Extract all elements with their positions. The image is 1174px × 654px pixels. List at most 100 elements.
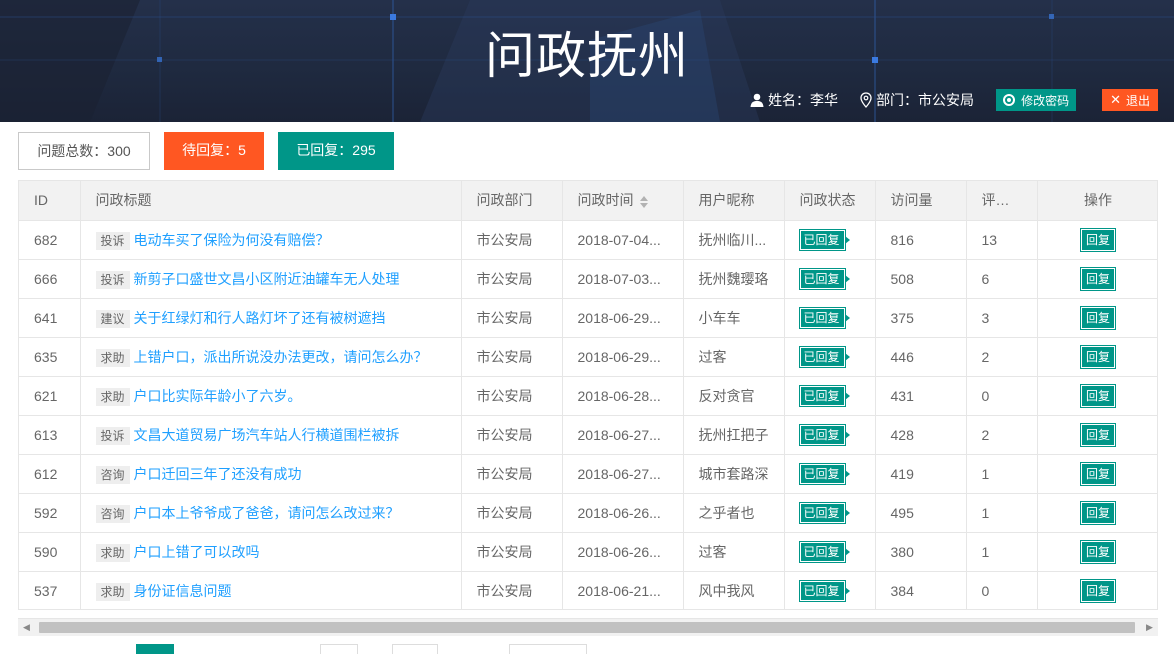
cell-comments: 1: [966, 493, 1038, 533]
question-title-link[interactable]: 身份证信息问题: [134, 583, 232, 599]
column-header-id: ID: [19, 181, 81, 221]
pending-count-button[interactable]: 待回复：5: [164, 132, 264, 170]
reply-button[interactable]: 回复: [1079, 461, 1117, 486]
logout-label: 退出: [1125, 93, 1150, 108]
total-count-button[interactable]: 问题总数：300: [18, 132, 150, 170]
cell-status: 已回复: [784, 571, 876, 609]
reply-button[interactable]: 回复: [1079, 578, 1117, 603]
question-title-link[interactable]: 文昌大道贸易广场汽车站人行横道围栏被拆: [134, 427, 400, 443]
status-badge: 已回复: [798, 384, 850, 407]
reply-button[interactable]: 回复: [1079, 539, 1117, 564]
cell-comments: 2: [966, 415, 1038, 455]
question-title-link[interactable]: 户口上错了可以改吗: [134, 544, 260, 560]
cell-status: 已回复: [784, 532, 876, 572]
cell-title: 建议 关于红绿灯和行人路灯坏了还有被树遮挡: [80, 298, 462, 338]
cell-user: 之乎者也: [683, 493, 785, 533]
table-row: 641 建议 关于红绿灯和行人路灯坏了还有被树遮挡 市公安局 2018-06-29...…: [19, 298, 1157, 338]
cell-title: 求助 户口比实际年龄小了六岁。: [80, 376, 462, 416]
column-header-user: 用户昵称: [683, 181, 785, 221]
cell-user: 过客: [683, 532, 785, 572]
reply-button[interactable]: 回复: [1079, 422, 1117, 447]
column-header-status: 问政状态: [784, 181, 876, 221]
question-title-link[interactable]: 新剪子口盛世文昌小区附近油罐车无人处理: [134, 271, 400, 287]
reply-button[interactable]: 回复: [1079, 344, 1117, 369]
cell-comments: 1: [966, 454, 1038, 494]
cell-views: 816: [875, 220, 967, 260]
pager-jump-input[interactable]: [509, 644, 587, 654]
change-password-button[interactable]: 修改密码: [996, 89, 1077, 111]
cell-id: 621: [19, 376, 81, 416]
reply-button[interactable]: 回复: [1079, 227, 1117, 252]
reply-button[interactable]: 回复: [1079, 383, 1117, 408]
cell-time: 2018-06-21...: [562, 571, 684, 609]
status-badge: 已回复: [798, 345, 850, 368]
cell-title: 投诉 电动车买了保险为何没有赔偿？: [80, 220, 462, 260]
question-title-link[interactable]: 关于红绿灯和行人路灯坏了还有被树遮挡: [134, 310, 386, 326]
question-title-link[interactable]: 上错户口，派出所说没办法更改，请问怎么办？: [134, 349, 428, 365]
cell-comments: 13: [966, 220, 1038, 260]
reply-button[interactable]: 回复: [1079, 500, 1117, 525]
question-title-link[interactable]: 户口比实际年龄小了六岁。: [134, 388, 302, 404]
pager-page[interactable]: [392, 644, 438, 654]
question-title-link[interactable]: 电动车买了保险为何没有赔偿？: [134, 232, 330, 248]
pager-page[interactable]: [320, 644, 358, 654]
cell-status: 已回复: [784, 493, 876, 533]
cell-dept: 市公安局: [461, 376, 563, 416]
table-row: 590 求助 户口上错了可以改吗 市公安局 2018-06-26... 过客 已回复 380 1…: [19, 532, 1157, 572]
pager-current-page[interactable]: [136, 644, 174, 654]
category-tag: 求助: [95, 348, 130, 367]
status-badge: 已回复: [798, 228, 850, 251]
cell-time: 2018-06-29...: [562, 337, 684, 377]
question-title-link[interactable]: 户口迁回三年了还没有成功: [134, 466, 302, 482]
question-title-link[interactable]: 户口本上爷爷成了爸爸，请问怎么改过来？: [134, 505, 400, 521]
cell-id: 590: [19, 532, 81, 572]
cell-dept: 市公安局: [461, 532, 563, 572]
reply-button[interactable]: 回复: [1079, 305, 1117, 330]
logout-button[interactable]: ✕ 退出: [1102, 89, 1158, 111]
cell-operation: 回复: [1036, 571, 1157, 609]
cell-operation: 回复: [1036, 298, 1157, 338]
cell-status: 已回复: [784, 376, 876, 416]
table-row: 666 投诉 新剪子口盛世文昌小区附近油罐车无人处理 市公安局 2018-07-03..…: [19, 259, 1157, 299]
cell-comments: 0: [966, 571, 1038, 609]
cell-operation: 回复: [1036, 415, 1157, 455]
target-icon: [1003, 94, 1016, 106]
cell-comments: 0: [966, 376, 1038, 416]
cell-dept: 市公安局: [461, 415, 563, 455]
cell-operation: 回复: [1036, 376, 1157, 416]
scrollbar-track[interactable]: [35, 619, 1141, 636]
cell-views: 428: [875, 415, 967, 455]
cell-operation: 回复: [1036, 532, 1157, 572]
cell-operation: 回复: [1036, 259, 1157, 299]
table-row: 635 求助 上错户口，派出所说没办法更改，请问怎么办？ 市公安局 2018-06-29…: [19, 337, 1157, 377]
reply-button[interactable]: 回复: [1079, 266, 1117, 291]
pagination-peek: [18, 644, 1158, 654]
column-header-views: 访问量: [875, 181, 967, 221]
questions-table: ID 问政标题 问政部门 问政时间 用户昵称 问政状态 访问量 评论数 操作 6…: [18, 180, 1158, 610]
cell-id: 635: [19, 337, 81, 377]
column-header-time[interactable]: 问政时间: [562, 181, 684, 221]
cell-operation: 回复: [1036, 337, 1157, 377]
cell-dept: 市公安局: [461, 259, 563, 299]
stats-bar: 问题总数：300 待回复：5 已回复：295: [18, 132, 408, 170]
replied-count-button[interactable]: 已回复：295: [278, 132, 394, 170]
scrollbar-thumb[interactable]: [39, 622, 1135, 633]
cell-views: 431: [875, 376, 967, 416]
status-badge: 已回复: [798, 501, 850, 524]
cell-id: 682: [19, 220, 81, 260]
cell-time: 2018-07-03...: [562, 259, 684, 299]
horizontal-scrollbar[interactable]: ◀ ▶: [18, 618, 1158, 636]
cell-user: 城市套路深: [683, 454, 785, 494]
category-tag: 求助: [95, 387, 130, 406]
column-header-title: 问政标题: [80, 181, 462, 221]
cell-views: 508: [875, 259, 967, 299]
cell-time: 2018-06-27...: [562, 454, 684, 494]
cell-time: 2018-07-04...: [562, 220, 684, 260]
cell-dept: 市公安局: [461, 337, 563, 377]
sort-icon[interactable]: [639, 195, 648, 208]
arrow-right-icon[interactable]: ▶: [1141, 619, 1158, 636]
cell-time: 2018-06-26...: [562, 532, 684, 572]
category-tag: 求助: [95, 582, 130, 601]
status-badge: 已回复: [798, 540, 850, 563]
arrow-left-icon[interactable]: ◀: [18, 619, 35, 636]
